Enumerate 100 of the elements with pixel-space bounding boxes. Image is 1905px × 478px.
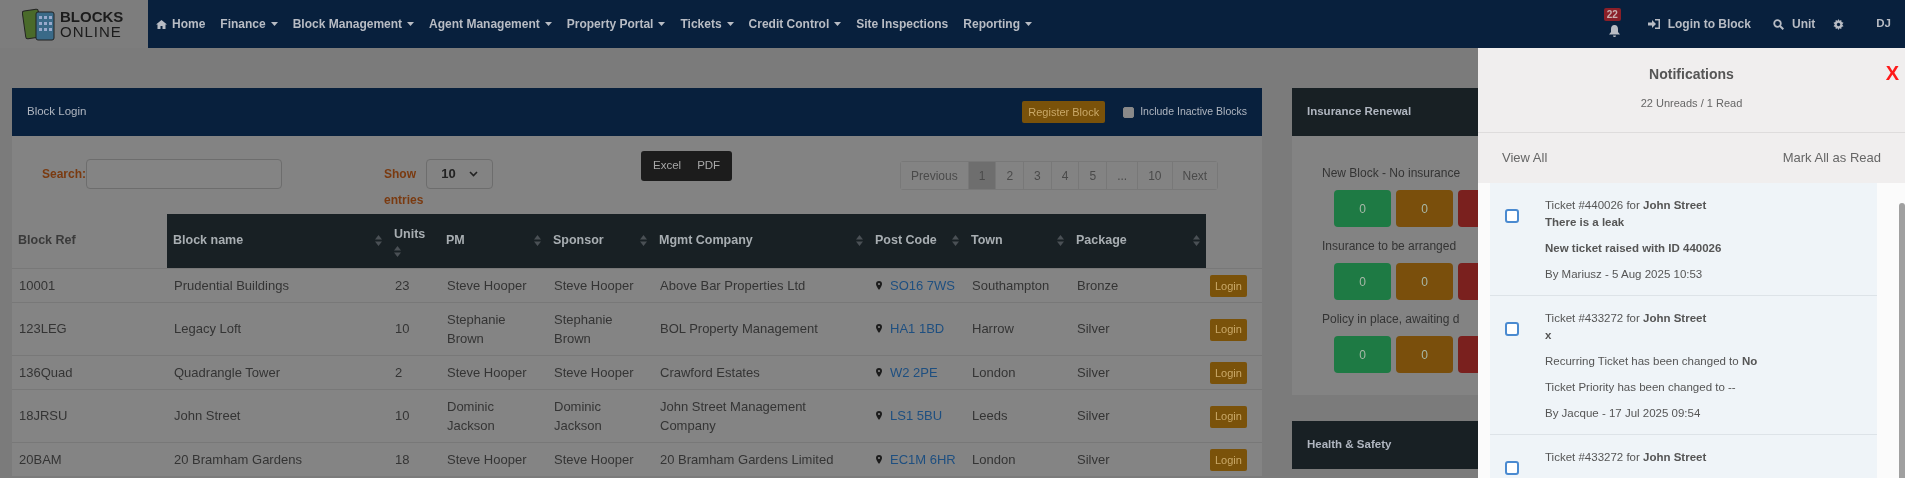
sort-icon [952, 235, 959, 247]
column-header[interactable]: Block name [167, 214, 388, 268]
chevron-down-icon [469, 171, 479, 177]
nav-menu-item[interactable]: Home [156, 15, 206, 33]
map-pin-icon [876, 280, 882, 290]
checkbox[interactable] [1505, 461, 1519, 475]
status-label: Insurance to be arranged [1322, 238, 1458, 255]
nav-menu-item[interactable]: Reporting [963, 15, 1032, 33]
nav-link[interactable]: Unit [1772, 15, 1816, 33]
export-button[interactable]: PDF [689, 157, 729, 175]
sort-icon [394, 245, 401, 257]
postcode-link[interactable]: LS1 5BU [876, 406, 958, 425]
table-cell: John Street Management Company [660, 398, 806, 433]
notification-meta: By Mariusz - 5 Aug 2025 10:53 [1545, 267, 1704, 282]
notification-subject: There is a leak [1545, 215, 1626, 230]
column-header[interactable]: PM [440, 214, 547, 268]
nav-menu-item[interactable]: Credit Control [748, 15, 842, 33]
map-pin-icon [876, 411, 882, 420]
table-cell: Steve Hooper [554, 277, 634, 293]
map-pin-icon [876, 454, 882, 464]
sign-in-icon [1647, 19, 1660, 29]
login-button[interactable]: Login [1210, 275, 1247, 298]
column-header[interactable]: Town [965, 214, 1070, 268]
column-header[interactable]: Units [388, 214, 440, 268]
nav-menu-item[interactable]: Block Management [292, 15, 415, 33]
notification-text: Recurring Ticket has been changed to No [1545, 354, 1758, 369]
sort-icon [856, 235, 863, 247]
notification-heading: Ticket #440026 for John Street [1545, 198, 1708, 213]
checkbox[interactable] [1123, 106, 1135, 118]
notification-item[interactable]: Ticket #433272 for John Street [1490, 435, 1877, 478]
nav-menu-item[interactable]: Agent Management [429, 15, 552, 33]
postcode-link[interactable]: SO16 7WS [876, 275, 958, 295]
column-header[interactable]: Mgmt Company [653, 214, 869, 268]
settings-icon[interactable] [1833, 18, 1845, 30]
register-block-button[interactable]: Register Block [1022, 101, 1106, 123]
user-initials[interactable]: DJ [1876, 15, 1891, 33]
table-cell: 18JRSU [19, 408, 68, 423]
map-pin-icon [876, 367, 882, 377]
login-button[interactable]: Login [1210, 318, 1247, 341]
column-header[interactable]: Sponsor [547, 214, 653, 268]
notification-subject: x [1545, 328, 1553, 343]
table-cell: 123LEG [19, 321, 67, 336]
panel-title: Insurance Renewal [1307, 104, 1412, 120]
table-cell: Silver [1077, 321, 1110, 336]
nav-menu-item[interactable]: Tickets [680, 15, 734, 33]
search-label: Search: [42, 166, 87, 183]
login-button[interactable]: Login [1210, 362, 1247, 385]
table-cell: Dominic Jackson [447, 398, 495, 433]
status-label: New Block - No insurance [1322, 165, 1462, 182]
view-all-link[interactable]: View All [1502, 148, 1548, 168]
counter-button[interactable]: 0 [1396, 336, 1453, 373]
notification-bell[interactable]: 22 [1603, 8, 1626, 40]
column-header[interactable]: Package [1070, 214, 1206, 268]
postcode-link[interactable]: HA1 1BD [876, 319, 958, 338]
table-cell: Silver [1077, 451, 1110, 467]
column-header[interactable]: Post Code [869, 214, 965, 268]
postcode-link[interactable]: EC1M 6HR [876, 449, 958, 469]
notification-item[interactable]: Ticket #440026 for John Street There is a leak New ticket raised with ID 440026 By Mariusz - 5 Aug 2025 10:53 [1490, 183, 1877, 296]
notification-item[interactable]: Ticket #433272 for John Street x Recurring Ticket has been changed to No Ticket Priority has been changed to -- By Jacque - 17 Jul 2025 09:54 [1490, 296, 1877, 435]
home-icon [156, 19, 167, 29]
nav-menu-item[interactable]: Site Inspections [856, 15, 949, 33]
map-pin-icon [876, 324, 882, 333]
nav-menu-item[interactable]: Property Portal [566, 15, 666, 33]
table-cell: Steve Hooper [554, 451, 634, 467]
counter-button[interactable]: 0 [1396, 263, 1453, 300]
sort-icon [1193, 235, 1200, 247]
caret-icon [544, 22, 552, 26]
counter-button[interactable]: 0 [1334, 190, 1391, 227]
close-button[interactable]: X [1885, 58, 1899, 88]
export-button[interactable]: Excel [645, 157, 690, 175]
table-cell: Quadrangle Tower [174, 364, 280, 380]
mark-all-read-link[interactable]: Mark All as Read [1782, 148, 1881, 168]
counter-button[interactable]: 0 [1396, 190, 1453, 227]
caret-icon [407, 22, 415, 26]
counter-button[interactable]: 0 [1334, 336, 1391, 373]
table-cell: 2 [395, 364, 403, 380]
notifications-title: Notifications [1649, 65, 1734, 84]
table-cell: Steve Hooper [447, 364, 527, 380]
table-cell: Steve Hooper [554, 364, 634, 380]
nav-link[interactable]: Login to Block [1647, 15, 1751, 33]
counter-button[interactable]: 0 [1334, 263, 1391, 300]
table-cell: London [972, 364, 1016, 380]
pagination-button[interactable]: Next [1171, 162, 1218, 189]
page-size-dropdown[interactable]: 10 [426, 159, 494, 189]
checkbox[interactable] [1505, 322, 1519, 336]
login-button[interactable]: Login [1210, 449, 1247, 472]
login-button[interactable]: Login [1210, 405, 1247, 428]
table-cell: Leeds [972, 408, 1008, 423]
table-cell: John Street [174, 408, 241, 423]
scrollbar[interactable] [1899, 203, 1905, 478]
caret-icon [658, 22, 666, 26]
table-cell: 18 [395, 451, 410, 467]
table-cell: 23 [395, 277, 410, 293]
table-cell: Silver [1077, 408, 1110, 423]
status-label: Policy in place, awaiting d [1322, 311, 1461, 328]
table-cell: Silver [1077, 364, 1110, 380]
show-label: Show [384, 166, 417, 183]
checkbox[interactable] [1505, 209, 1519, 223]
nav-menu-item[interactable]: Finance [220, 15, 278, 33]
search-icon [1772, 18, 1784, 30]
